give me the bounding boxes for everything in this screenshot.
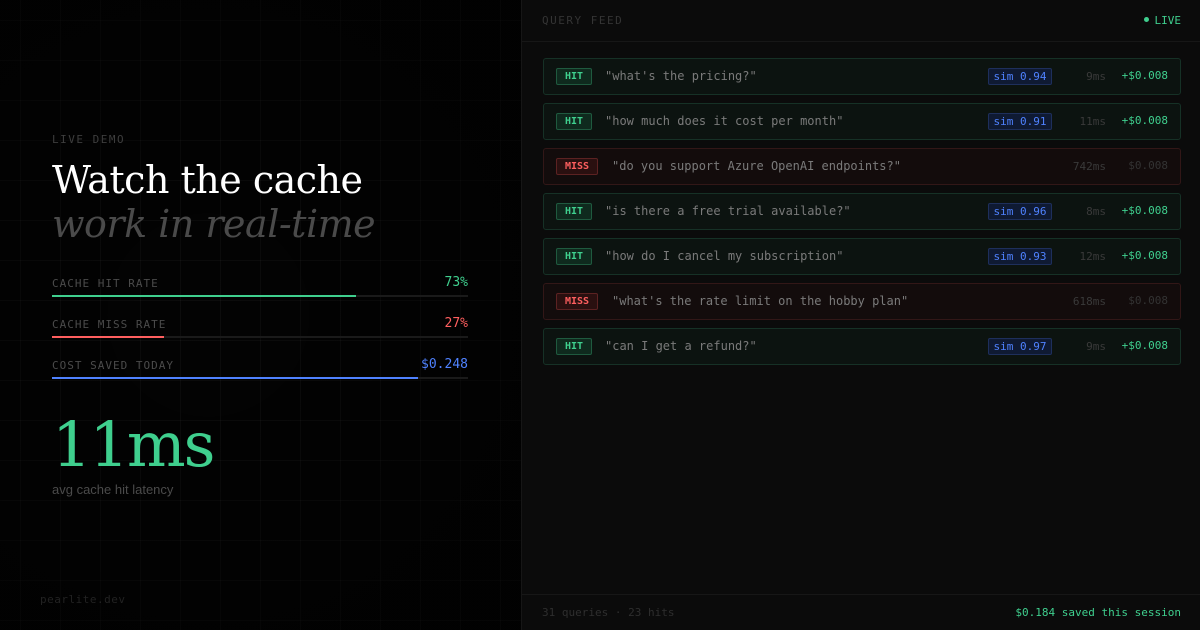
- stat-label: CACHE HIT RATE: [52, 277, 159, 290]
- similarity-badge: sim 0.94: [988, 68, 1052, 85]
- similarity-badge: sim 0.93: [988, 248, 1052, 265]
- cost-saved: $0.008: [1128, 294, 1168, 307]
- latency-ms: 8ms: [1086, 205, 1106, 218]
- progress-fill: [52, 295, 356, 297]
- live-dot-icon: [1143, 17, 1149, 22]
- latency-ms: 11ms: [1079, 115, 1107, 128]
- hit-badge: HIT: [556, 338, 593, 355]
- latency-ms: 618ms: [1072, 295, 1106, 308]
- similarity-badge: sim 0.97: [988, 338, 1052, 355]
- query-feed-panel: QUERY FEED LIVE HIT "what's the pricing?"…: [521, 0, 1200, 630]
- query-row: HIT "how do I cancel my subscription" sim …: [543, 238, 1181, 275]
- latency-ms: 9ms: [1086, 70, 1106, 83]
- demo-panel: LIVE DEMO Watch the cache work in real-t…: [0, 0, 521, 630]
- similarity-badge: sim 0.91: [988, 113, 1052, 130]
- cost-saved: +$0.008: [1121, 114, 1168, 127]
- similarity-badge: sim 0.96: [988, 203, 1052, 220]
- query-text: "can I get a refund?": [605, 339, 757, 353]
- query-text: "how much does it cost per month": [605, 114, 844, 128]
- stat-value: $0.248: [421, 357, 468, 372]
- miss-badge: MISS: [556, 293, 599, 310]
- latency-ms: 742ms: [1072, 160, 1106, 173]
- query-text: "how do I cancel my subscription": [605, 249, 844, 263]
- stat-cost-saved: COST SAVED TODAY $0.248: [52, 357, 468, 389]
- query-text: "is there a free trial available?": [605, 204, 851, 218]
- feed-header: QUERY FEED LIVE: [522, 0, 1200, 42]
- query-row: HIT "what's the pricing?" sim 0.94 9ms +$0.0…: [543, 58, 1181, 95]
- stat-value: 73%: [444, 275, 468, 290]
- progress-track: [52, 377, 468, 379]
- latency-caption: avg cache hit latency: [52, 482, 174, 497]
- feed-footer: 31 queries · 23 hits $0.184 saved this s…: [522, 594, 1200, 630]
- cost-saved: +$0.008: [1121, 249, 1168, 262]
- progress-track: [52, 295, 468, 297]
- miss-badge: MISS: [556, 158, 599, 175]
- cost-saved: +$0.008: [1121, 204, 1168, 217]
- headline-subtitle: work in real-time: [52, 202, 376, 246]
- query-row: MISS "what's the rate limit on the hobby …: [543, 283, 1181, 320]
- query-row: HIT "can I get a refund?" sim 0.97 9ms +$0.0…: [543, 328, 1181, 365]
- hit-badge: HIT: [556, 203, 593, 220]
- stat-label: CACHE MISS RATE: [52, 318, 167, 331]
- query-row: MISS "do you support Azure OpenAI endpoin…: [543, 148, 1181, 185]
- progress-fill: [52, 336, 165, 338]
- progress-track: [52, 336, 468, 338]
- latency-ms: 12ms: [1079, 250, 1107, 263]
- query-text: "do you support Azure OpenAI endpoints?": [612, 159, 901, 173]
- progress-fill: [52, 377, 419, 379]
- query-text: "what's the rate limit on the hobby plan…: [612, 294, 909, 308]
- stat-label: COST SAVED TODAY: [52, 359, 174, 372]
- cost-saved: +$0.008: [1121, 339, 1168, 352]
- stat-hit-rate: CACHE HIT RATE 73%: [52, 275, 468, 307]
- hit-badge: HIT: [556, 248, 593, 265]
- brand-watermark: pearlite.dev: [40, 593, 126, 606]
- cost-saved: $0.008: [1128, 159, 1168, 172]
- session-savings: $0.184 saved this session: [1015, 606, 1181, 619]
- query-list: HIT "what's the pricing?" sim 0.94 9ms +$0.0…: [543, 58, 1181, 373]
- latency-value: 11ms: [52, 408, 216, 481]
- live-label: LIVE: [1154, 14, 1182, 27]
- query-text: "what's the pricing?": [605, 69, 757, 83]
- query-count: 31 queries · 23 hits: [542, 606, 675, 619]
- eyebrow-label: LIVE DEMO: [52, 133, 126, 146]
- headline: Watch the cache: [52, 158, 363, 202]
- cost-saved: +$0.008: [1121, 69, 1168, 82]
- query-row: HIT "how much does it cost per month" sim …: [543, 103, 1181, 140]
- stat-value: 27%: [444, 316, 468, 331]
- live-indicator: LIVE: [1143, 14, 1182, 27]
- latency-ms: 9ms: [1086, 340, 1106, 353]
- query-row: HIT "is there a free trial available?" sim…: [543, 193, 1181, 230]
- hit-badge: HIT: [556, 68, 593, 85]
- stat-miss-rate: CACHE MISS RATE 27%: [52, 316, 468, 348]
- feed-title: QUERY FEED: [542, 14, 624, 27]
- hit-badge: HIT: [556, 113, 593, 130]
